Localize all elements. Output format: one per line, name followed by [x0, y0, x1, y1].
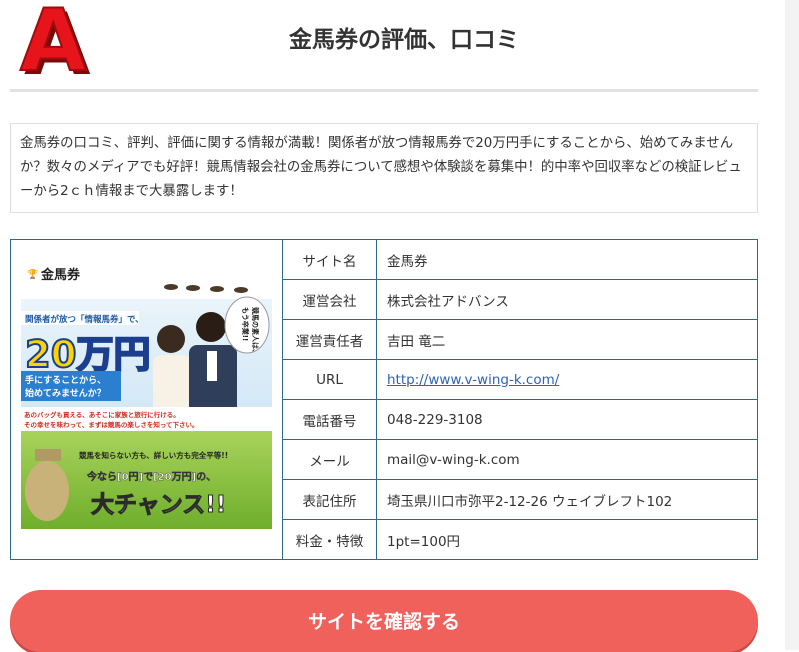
info-row: サイト名 金馬券: [283, 240, 757, 280]
banner-cell: 🏆 金馬券 関係者が放つ「情報馬券」で、 20万円 手にすることから、 始めてみ…: [11, 240, 283, 559]
info-value: 048-229-3108: [387, 411, 483, 428]
info-label: サイト名: [283, 240, 377, 279]
info-row: メール mail@v-wing-k.com: [283, 440, 757, 480]
svg-text:関係者が放つ「情報馬券」で、: 関係者が放つ「情報馬券」で、: [25, 314, 144, 325]
info-value: 金馬券: [387, 253, 428, 270]
info-row: URL http://www.v-wing-k.com/: [283, 360, 757, 400]
info-value: 株式会社アドバンス: [387, 293, 509, 310]
page-title: 金馬券の評価、口コミ: [289, 27, 519, 53]
info-label: URL: [283, 360, 377, 399]
site-banner-image[interactable]: 🏆 金馬券 関係者が放つ「情報馬券」で、 20万円 手にすることから、 始めてみ…: [21, 259, 272, 529]
svg-text:手にすることから、: 手にすることから、: [25, 374, 106, 386]
info-value: 1pt=100円: [387, 534, 461, 550]
svg-text:🏆: 🏆: [27, 268, 38, 280]
svg-text:もう卒業!!: もう卒業!!: [241, 307, 250, 341]
info-label: 表記住所: [283, 480, 377, 519]
description-text: 金馬券の口コミ、評判、評価に関する情報が満載！関係者が放つ情報馬券で20万円手に…: [10, 123, 758, 213]
svg-text:始めてみませんか？: 始めてみませんか？: [25, 387, 106, 399]
info-label: メール: [283, 440, 377, 479]
page-header: A A 金馬券の評価、口コミ: [10, 0, 758, 92]
info-label: 電話番号: [283, 400, 377, 439]
svg-text:その幸せを味わって、まずは競馬の楽しさを知って下さい。: その幸せを味わって、まずは競馬の楽しさを知って下さい。: [24, 420, 199, 429]
info-row: 表記住所 埼玉県川口市弥平2-12-26 ウェイブレフト102: [283, 480, 757, 520]
svg-text:20万円: 20万円: [25, 333, 151, 376]
info-label: 料金・特徴: [283, 520, 377, 560]
svg-text:競馬の素人は、: 競馬の素人は、: [251, 307, 260, 356]
info-value: 吉田 竜二: [387, 333, 446, 350]
svg-text:今なら[0円]で[20万円]の、: 今なら[0円]で[20万円]の、: [86, 470, 216, 483]
info-row: 電話番号 048-229-3108: [283, 400, 757, 440]
info-row: 運営会社 株式会社アドバンス: [283, 280, 757, 320]
site-info-table: 🏆 金馬券 関係者が放つ「情報馬券」で、 20万円 手にすることから、 始めてみ…: [10, 239, 758, 560]
svg-text:大チャンス!!: 大チャンス!!: [91, 492, 226, 518]
svg-text:あのバッグも買える、あそこに家族と旅行に行ける。: あのバッグも買える、あそこに家族と旅行に行ける。: [24, 410, 180, 419]
svg-text:競馬を知らない方も、詳しい方も完全平等!!: 競馬を知らない方も、詳しい方も完全平等!!: [79, 450, 228, 460]
info-value: http://www.v-wing-k.com/: [387, 360, 559, 399]
info-label: 運営会社: [283, 280, 377, 319]
site-url-link[interactable]: http://www.v-wing-k.com/: [387, 372, 559, 388]
svg-text:金馬券: 金馬券: [40, 267, 81, 283]
info-value: 埼玉県川口市弥平2-12-26 ウェイブレフト102: [387, 493, 673, 510]
info-row: 料金・特徴 1pt=100円: [283, 520, 757, 560]
view-site-button[interactable]: サイトを確認する: [10, 590, 758, 652]
info-row: 運営責任者 吉田 竜二: [283, 320, 757, 360]
info-label: 運営責任者: [283, 320, 377, 359]
info-value: mail@v-wing-k.com: [387, 451, 520, 468]
header-divider: [10, 89, 758, 92]
scrollbar-track[interactable]: [785, 0, 799, 650]
